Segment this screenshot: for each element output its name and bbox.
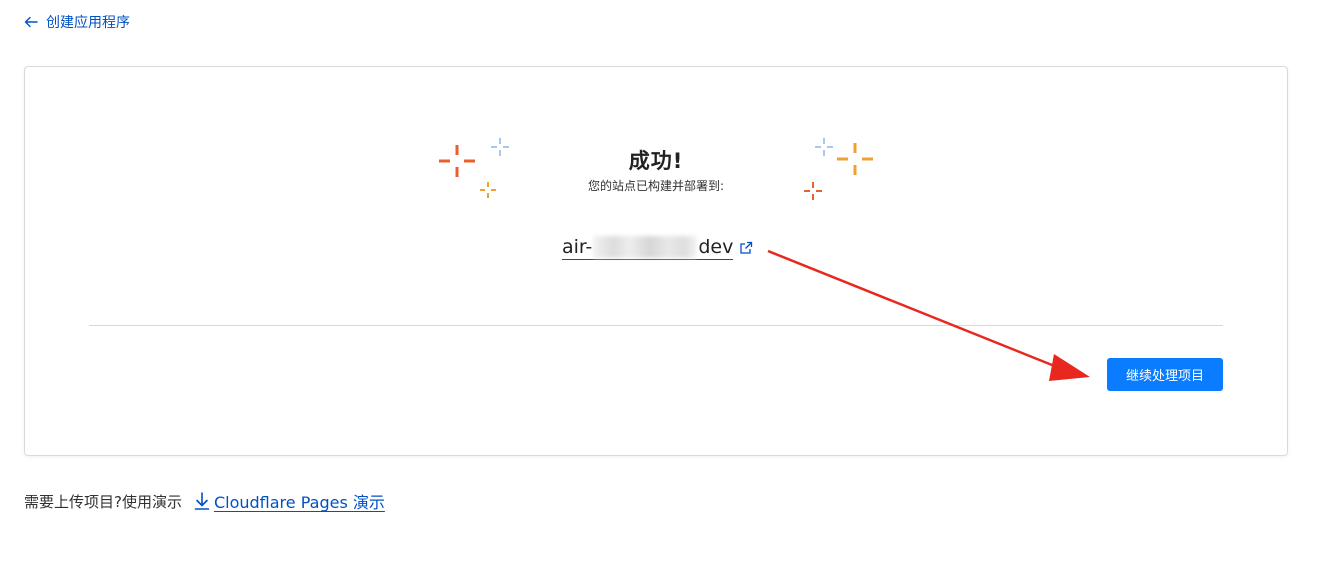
footer-prompt: 需要上传项目?使用演示	[24, 492, 182, 511]
deployment-url-row: air- dev	[562, 236, 753, 260]
success-title: 成功!	[628, 149, 684, 173]
footer-upload-hint: 需要上传项目?使用演示 Cloudflare Pages 演示	[24, 489, 385, 513]
success-subtitle: 您的站点已构建并部署到:	[587, 179, 725, 193]
back-link-label: 创建应用程序	[46, 15, 130, 31]
continue-to-project-button[interactable]: 继续处理项目	[1107, 358, 1223, 391]
url-prefix: air-	[562, 236, 593, 258]
back-link[interactable]: 创建应用程序	[24, 12, 130, 32]
external-link-icon[interactable]	[739, 241, 753, 255]
download-icon	[194, 492, 210, 510]
success-card: 成功! 您的站点已构建并部署到: air- dev 继续处理项目	[24, 66, 1288, 456]
divider	[89, 325, 1223, 326]
arrow-left-icon	[24, 16, 38, 28]
deployment-url-link[interactable]: air- dev	[562, 236, 734, 260]
url-suffix: dev	[698, 236, 734, 258]
demo-download-link[interactable]: Cloudflare Pages 演示	[194, 489, 385, 513]
demo-link-label: Cloudflare Pages 演示	[213, 493, 385, 512]
url-redacted-blur	[593, 236, 698, 258]
